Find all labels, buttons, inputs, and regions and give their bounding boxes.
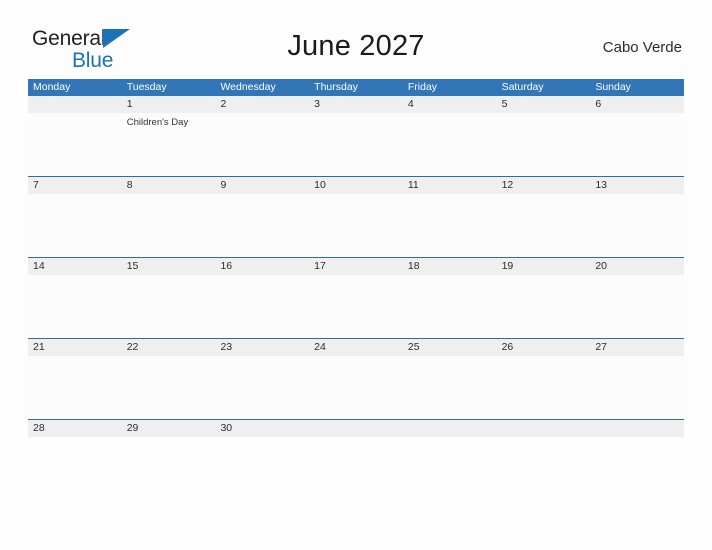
day-number-26[interactable]: 26 <box>497 339 591 356</box>
day-number-21[interactable]: 21 <box>28 339 122 356</box>
day-number-empty <box>497 420 591 437</box>
day-number-17[interactable]: 17 <box>309 258 403 275</box>
weekday-header-saturday: Saturday <box>501 81 544 93</box>
day-cell-23[interactable] <box>215 356 309 419</box>
day-number-8[interactable]: 8 <box>122 177 216 194</box>
weekday-header-wednesday: Wednesday <box>220 81 276 93</box>
day-number-3[interactable]: 3 <box>309 96 403 113</box>
day-number-28[interactable]: 28 <box>28 420 122 437</box>
day-cell-5[interactable] <box>497 113 591 176</box>
day-number-6[interactable]: 6 <box>590 96 684 113</box>
day-cell-15[interactable] <box>122 275 216 338</box>
day-cell-1[interactable]: Children's Day <box>122 113 216 176</box>
day-number-10[interactable]: 10 <box>309 177 403 194</box>
day-cell-9[interactable] <box>215 194 309 257</box>
day-cell-7[interactable] <box>28 194 122 257</box>
week-content-band <box>28 356 684 419</box>
week-date-band: 28 29 30 <box>28 420 684 437</box>
day-number-13[interactable]: 13 <box>590 177 684 194</box>
day-number-12[interactable]: 12 <box>497 177 591 194</box>
day-cell-16[interactable] <box>215 275 309 338</box>
day-cell-11[interactable] <box>403 194 497 257</box>
day-cell-20[interactable] <box>590 275 684 338</box>
week-content-band <box>28 194 684 257</box>
day-number-18[interactable]: 18 <box>403 258 497 275</box>
week-date-band: 21 22 23 24 25 26 27 <box>28 339 684 356</box>
calendar-week-row: 14 15 16 17 18 19 20 <box>28 257 684 338</box>
day-number-27[interactable]: 27 <box>590 339 684 356</box>
day-cell-19[interactable] <box>497 275 591 338</box>
calendar-grid: Monday Tuesday Wednesday Thursday Friday Satu… <box>28 79 684 437</box>
day-cell-22[interactable] <box>122 356 216 419</box>
day-number-empty <box>403 420 497 437</box>
day-cell-6[interactable] <box>590 113 684 176</box>
day-cell-14[interactable] <box>28 275 122 338</box>
day-number-1[interactable]: 1 <box>122 96 216 113</box>
day-cell-4[interactable] <box>403 113 497 176</box>
day-number-14[interactable]: 14 <box>28 258 122 275</box>
day-number-16[interactable]: 16 <box>215 258 309 275</box>
day-number-4[interactable]: 4 <box>403 96 497 113</box>
weekday-header-monday: Monday <box>33 81 71 93</box>
day-cell-12[interactable] <box>497 194 591 257</box>
page-header: General Blue June 2027 Cabo Verde <box>0 24 712 72</box>
day-cell-13[interactable] <box>590 194 684 257</box>
week-content-band: Children's Day <box>28 113 684 176</box>
day-number-9[interactable]: 9 <box>215 177 309 194</box>
week-content-band <box>28 275 684 338</box>
weekday-header-friday: Friday <box>407 81 438 93</box>
day-number-7[interactable]: 7 <box>28 177 122 194</box>
day-cell-17[interactable] <box>309 275 403 338</box>
holiday-event: Children's Day <box>126 117 189 128</box>
week-date-band: 123456 <box>28 96 684 113</box>
day-number-20[interactable]: 20 <box>590 258 684 275</box>
day-cell-10[interactable] <box>309 194 403 257</box>
day-cell-24[interactable] <box>309 356 403 419</box>
day-cell-3[interactable] <box>309 113 403 176</box>
weekday-header-thursday: Thursday <box>314 81 358 93</box>
day-number-empty <box>28 96 122 113</box>
day-number-19[interactable]: 19 <box>497 258 591 275</box>
day-number-22[interactable]: 22 <box>122 339 216 356</box>
weekday-header-row: Monday Tuesday Wednesday Thursday Friday Satu… <box>28 79 684 96</box>
day-cell-25[interactable] <box>403 356 497 419</box>
week-date-band: 7 8 9 10 11 12 13 <box>28 177 684 194</box>
day-number-empty <box>590 420 684 437</box>
day-cell-8[interactable] <box>122 194 216 257</box>
day-number-23[interactable]: 23 <box>215 339 309 356</box>
calendar-week-row: 7 8 9 10 11 12 13 <box>28 176 684 257</box>
weekday-header-tuesday: Tuesday <box>126 81 167 93</box>
day-number-5[interactable]: 5 <box>497 96 591 113</box>
day-cell-26[interactable] <box>497 356 591 419</box>
calendar-week-row: 28 29 30 <box>28 419 684 437</box>
day-number-empty <box>309 420 403 437</box>
day-number-30[interactable]: 30 <box>215 420 309 437</box>
day-cell-21[interactable] <box>28 356 122 419</box>
day-number-15[interactable]: 15 <box>122 258 216 275</box>
day-cell-18[interactable] <box>403 275 497 338</box>
day-number-29[interactable]: 29 <box>122 420 216 437</box>
week-date-band: 14 15 16 17 18 19 20 <box>28 258 684 275</box>
day-number-11[interactable]: 11 <box>403 177 497 194</box>
calendar-week-row: 1 2 3 4 5 6 Children's Day <box>28 96 684 176</box>
day-cell-empty <box>28 113 122 176</box>
weekday-header-sunday: Sunday <box>595 81 631 93</box>
calendar-week-row: 21 22 23 24 25 26 27 <box>28 338 684 419</box>
day-number-24[interactable]: 24 <box>309 339 403 356</box>
day-number-25[interactable]: 25 <box>403 339 497 356</box>
day-number-2[interactable]: 2 <box>215 96 309 113</box>
day-cell-27[interactable] <box>590 356 684 419</box>
region-label: Cabo Verde <box>602 39 682 56</box>
day-cell-2[interactable] <box>215 113 309 176</box>
calendar-weeks: 1 2 3 4 5 6 Children's Day 7 8 9 10 11 12 13 14 15 16 17 1… <box>28 96 684 437</box>
calendar-page: General Blue June 2027 Cabo Verde Monday… <box>0 0 712 550</box>
